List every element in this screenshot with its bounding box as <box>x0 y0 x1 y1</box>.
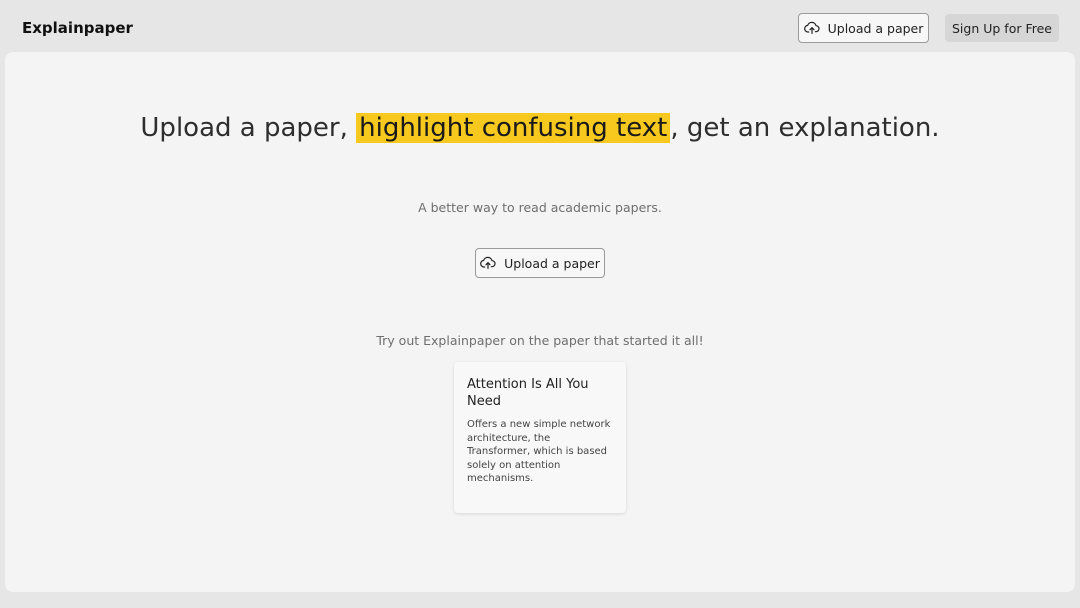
sample-paper-description: Offers a new simple network architecture… <box>467 419 611 484</box>
nav-upload-label: Upload a paper <box>827 20 924 36</box>
headline-text-start: Upload a paper, <box>140 113 357 143</box>
hero-headline: Upload a paper, highlight confusing text… <box>5 110 1075 146</box>
top-bar: Explainpaper Upload a paper Sign Up for … <box>0 0 1080 52</box>
signup-button[interactable]: Sign Up for Free <box>945 14 1059 42</box>
cloud-upload-icon <box>803 21 820 35</box>
main-panel: Upload a paper, highlight confusing text… <box>5 52 1075 592</box>
sample-prompt: Try out Explainpaper on the paper that s… <box>376 333 704 348</box>
sample-paper-card[interactable]: Attention Is All You Need Offers a new s… <box>454 362 626 513</box>
nav-upload-button[interactable]: Upload a paper <box>798 13 929 43</box>
sample-paper-title: Attention Is All You Need <box>467 377 589 409</box>
hero-upload-label: Upload a paper <box>504 255 600 271</box>
cloud-upload-icon <box>480 256 496 270</box>
hero-subtitle: A better way to read academic papers. <box>418 200 662 215</box>
brand-logo[interactable]: Explainpaper <box>22 19 133 37</box>
headline-text-end: , get an explanation. <box>670 113 940 143</box>
hero-upload-button[interactable]: Upload a paper <box>475 248 605 278</box>
headline-highlight: highlight confusing text <box>356 113 671 143</box>
